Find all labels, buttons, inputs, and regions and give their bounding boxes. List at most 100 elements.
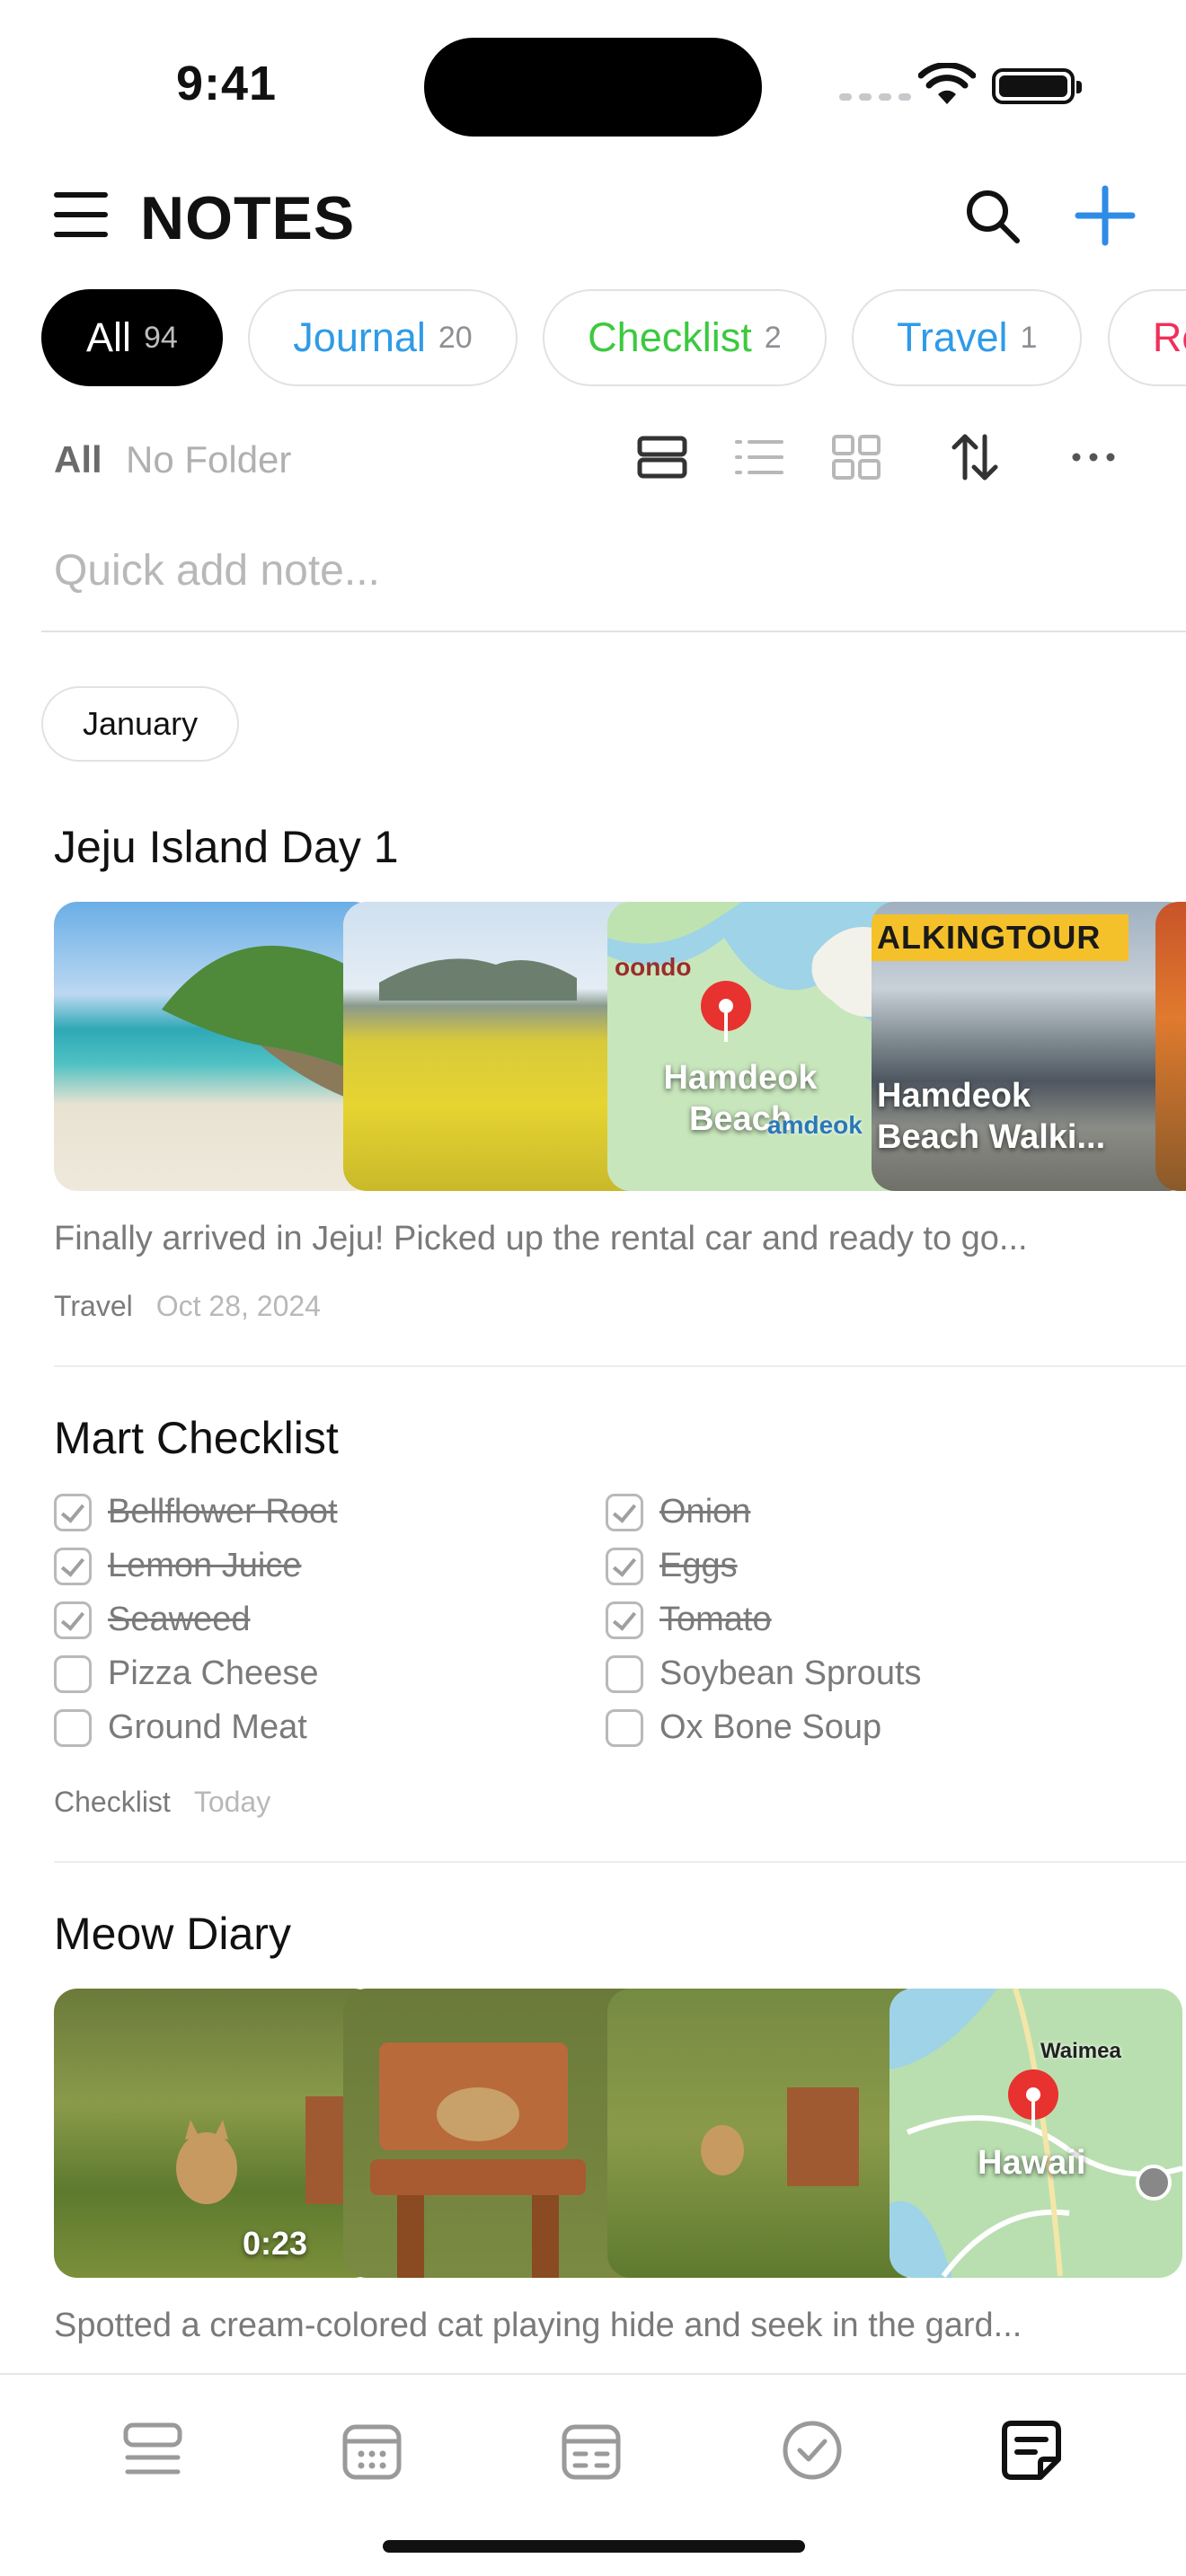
video-duration: 0:23 [243,2225,308,2262]
chip-count: 2 [764,320,782,355]
note-category: Checklist [54,1786,171,1818]
more-icon[interactable] [1066,429,1121,485]
note-media-strip[interactable]: 0:23 Waimea Hawaii [54,1989,1186,2278]
filter-no-folder[interactable]: No Folder [126,438,291,481]
cat-video-thumbnail[interactable]: 0:23 [54,1989,377,2278]
quick-add-underline [41,631,1186,632]
filter-row: All No Folder [0,422,1186,494]
chip-checklist[interactable]: Checklist 2 [543,289,827,386]
checklist-item-label: Eggs [659,1547,738,1584]
note-date: Today [193,1786,271,1818]
note-title[interactable]: Meow Diary [54,1908,291,1960]
note-divider [54,1861,1186,1863]
chip-label: Checklist [588,314,752,360]
checklist-item[interactable]: Lemon Juice [54,1547,301,1585]
list-view-icon[interactable] [731,429,787,485]
checkbox-checked[interactable] [54,1601,92,1639]
top-bar: NOTES [0,171,1186,260]
map-place-label: oondo [615,953,692,981]
video-label: Hamdeok Beach Walki... [877,1077,1106,1156]
chip-label: Rec [1152,314,1186,360]
chip-label: Journal [293,314,426,360]
note-divider [54,1365,1186,1367]
checklist-item-label: Bellflower Root [108,1493,338,1531]
quick-add-input[interactable]: Quick add note... [54,546,380,595]
map-pin-icon [701,981,751,1042]
video-thumbnail[interactable]: ALKINGTOUR Hamdeok Beach Walki... [872,902,1186,1191]
status-bar: 9:41 [0,0,1186,162]
checklist-item-label: Ox Bone Soup [659,1708,882,1746]
checkbox-unchecked[interactable] [54,1708,92,1747]
month-header[interactable]: January [41,686,240,762]
notes-tab-icon[interactable] [999,2418,1064,2483]
board-tab-icon[interactable] [559,2418,624,2483]
checklist-item-label: Ground Meat [108,1708,307,1746]
checklist-item-label: Pizza Cheese [108,1654,319,1692]
checklist-tab-icon[interactable] [780,2418,845,2483]
home-indicator [383,2540,805,2553]
chip-label: Travel [897,314,1008,360]
note-meta: Travel Oct 28, 2024 [54,1290,321,1323]
map-place-label: Waimea [1040,2039,1121,2063]
chip-count: 20 [438,320,473,355]
autumn-photo[interactable] [1155,902,1186,1191]
note-title[interactable]: Mart Checklist [54,1412,339,1464]
checklist-item-label: Tomato [659,1601,772,1638]
chip-journal[interactable]: Journal 20 [248,289,518,386]
chip-rec[interactable]: Rec [1107,289,1186,386]
grid-view-icon[interactable] [828,429,884,485]
checkbox-checked[interactable] [606,1493,643,1531]
wifi-icon [918,63,976,104]
video-banner-text: ALKINGTOUR [877,919,1102,956]
checklist-item[interactable]: Pizza Cheese [54,1654,318,1693]
filter-all[interactable]: All [54,438,102,481]
checklist-item[interactable]: Soybean Sprouts [606,1654,922,1693]
chip-label: All [86,314,132,360]
note-title[interactable]: Jeju Island Day 1 [54,821,399,873]
checklist-item[interactable]: Ox Bone Soup [606,1708,881,1747]
chip-all[interactable]: All 94 [41,289,223,386]
checklist-item[interactable]: Tomato [606,1601,772,1639]
checkbox-checked[interactable] [54,1547,92,1585]
map-label: Hawaii [978,2144,1086,2182]
checklist-item-label: Onion [659,1493,751,1531]
checklist-item-label: Soybean Sprouts [659,1654,922,1692]
beach-photo[interactable] [54,902,377,1191]
chip-count: 94 [144,320,178,355]
cellular-signal-icon [839,93,911,101]
checkbox-unchecked[interactable] [606,1654,643,1693]
menu-icon[interactable] [54,192,108,237]
checklist-item[interactable]: Seaweed [54,1601,250,1639]
sort-icon[interactable] [947,429,1003,485]
checklist-item-label: Lemon Juice [108,1547,302,1584]
card-view-icon[interactable] [634,429,690,485]
checklist-item[interactable]: Eggs [606,1547,738,1585]
note-meta: Checklist Today [54,1786,270,1819]
cat-garden-photo[interactable] [607,1989,927,2278]
checklist-item-label: Seaweed [108,1601,251,1638]
checklist-item[interactable]: Bellflower Root [54,1493,338,1531]
checkbox-checked[interactable] [54,1493,92,1531]
note-snippet: Finally arrived in Jeju! Picked up the r… [54,1220,1028,1257]
add-note-icon[interactable] [1073,183,1137,248]
search-icon[interactable] [961,185,1024,248]
checkbox-unchecked[interactable] [606,1708,643,1747]
calendar-tab-icon[interactable] [340,2418,404,2483]
checkbox-checked[interactable] [606,1601,643,1639]
map-thumbnail[interactable]: Waimea Hawaii [890,1989,1182,2278]
map-pin-icon [1008,2069,1058,2130]
checkbox-checked[interactable] [606,1547,643,1585]
category-chips: All 94 Journal 20 Checklist 2 Travel 1 R… [41,289,1186,388]
dynamic-island [424,38,762,137]
note-media-strip[interactable]: oondo Hamdeok Beach amdeok ALKINGTOUR Ha… [54,902,1186,1191]
note-snippet: Spotted a cream-colored cat playing hide… [54,2307,1022,2344]
note-date: Oct 28, 2024 [155,1290,321,1322]
checkbox-unchecked[interactable] [54,1654,92,1693]
checklist-item[interactable]: Ground Meat [54,1708,307,1747]
status-time: 9:41 [176,57,278,110]
list-tab-icon[interactable] [120,2418,185,2483]
chip-count: 1 [1020,320,1038,355]
chip-travel[interactable]: Travel 1 [852,289,1083,386]
checklist-item[interactable]: Onion [606,1493,750,1531]
note-category: Travel [54,1290,133,1322]
